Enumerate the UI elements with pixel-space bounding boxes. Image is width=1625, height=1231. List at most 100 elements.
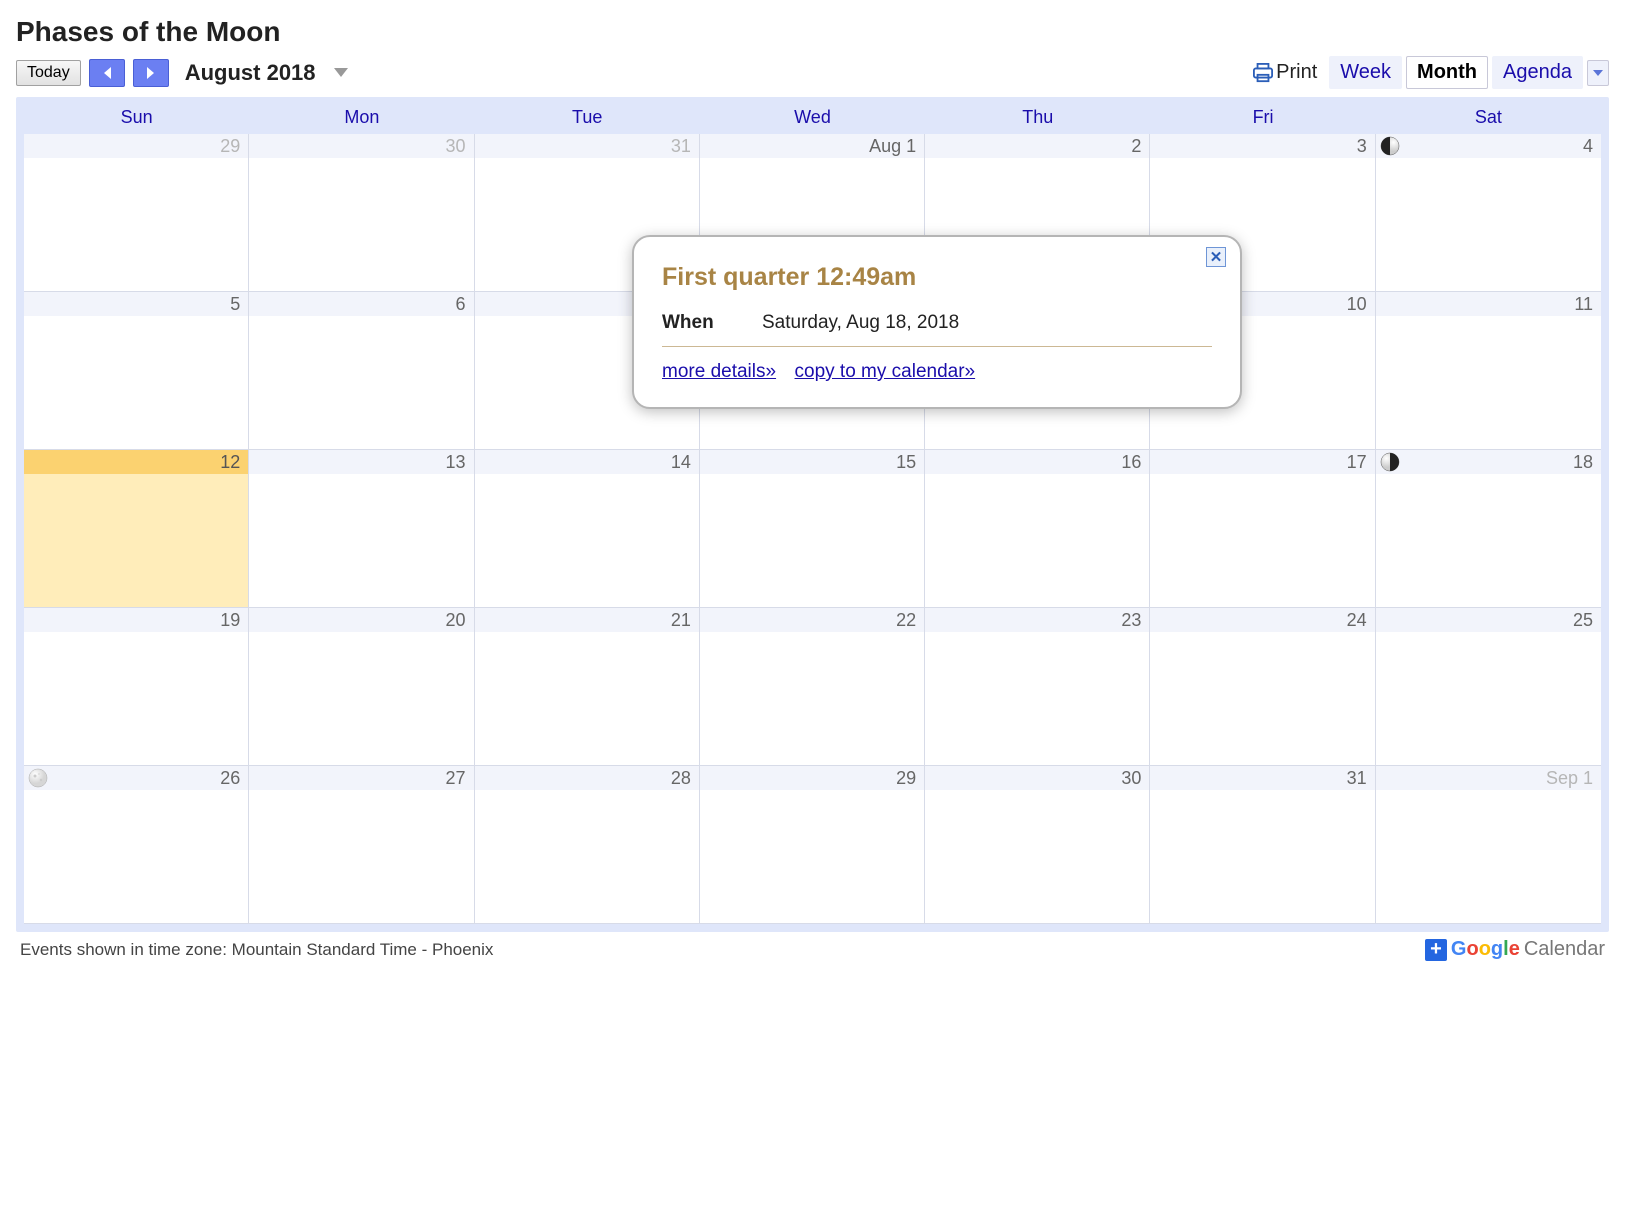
date-label: 24	[1150, 608, 1374, 632]
calendar-cell[interactable]: 29	[24, 134, 249, 292]
calendar-cell[interactable]: 5	[24, 292, 249, 450]
calendar-cell[interactable]: 14	[475, 450, 700, 608]
calendar-cell[interactable]: 13	[249, 450, 474, 608]
caret-down-icon	[1593, 70, 1603, 76]
calendar-word: Calendar	[1524, 938, 1605, 961]
date-label: 15	[700, 450, 924, 474]
day-header: Tue	[475, 105, 700, 134]
date-label: 22	[700, 608, 924, 632]
date-label: 29	[24, 134, 248, 158]
day-header: Sat	[1376, 105, 1601, 134]
popup-title: First quarter 12:49am	[662, 263, 1212, 292]
date-label: 14	[475, 450, 699, 474]
google-calendar-badge[interactable]: + Google Calendar	[1425, 938, 1605, 961]
calendar-cell[interactable]: 18	[1376, 450, 1601, 608]
date-label: 2	[925, 134, 1149, 158]
calendar-cell[interactable]: 21	[475, 608, 700, 766]
tab-agenda[interactable]: Agenda	[1492, 56, 1583, 89]
calendar-cell[interactable]: 30	[925, 766, 1150, 924]
last-quarter-moon-icon[interactable]	[1380, 136, 1400, 156]
calendar-cell[interactable]: 20	[249, 608, 474, 766]
date-label: 12	[24, 450, 248, 474]
calendar-cell[interactable]: 22	[700, 608, 925, 766]
view-dropdown-button[interactable]	[1587, 60, 1609, 86]
google-logo: Google	[1451, 938, 1520, 961]
date-label: 13	[249, 450, 473, 474]
chevron-left-icon	[101, 66, 113, 80]
tab-week[interactable]: Week	[1329, 56, 1402, 89]
day-header: Thu	[925, 105, 1150, 134]
date-label: 31	[1150, 766, 1374, 790]
date-label: 28	[475, 766, 699, 790]
calendar-cell[interactable]: 23	[925, 608, 1150, 766]
chevron-right-icon	[145, 66, 157, 80]
calendar-cell[interactable]: 25	[1376, 608, 1601, 766]
date-label: 25	[1376, 608, 1601, 632]
footer: Events shown in time zone: Mountain Stan…	[16, 932, 1609, 961]
date-label: 31	[475, 134, 699, 158]
day-header: Wed	[700, 105, 925, 134]
next-month-button[interactable]	[133, 59, 169, 87]
toolbar-left: Today August 2018	[16, 59, 348, 87]
print-button[interactable]: Print	[1252, 61, 1317, 84]
date-label: 27	[249, 766, 473, 790]
date-label: 23	[925, 608, 1149, 632]
calendar-cell[interactable]: 26	[24, 766, 249, 924]
calendar-cell[interactable]: 27	[249, 766, 474, 924]
page-title: Phases of the Moon	[16, 16, 1609, 48]
calendar-cell[interactable]: 28	[475, 766, 700, 924]
calendar-cell[interactable]: 11	[1376, 292, 1601, 450]
popup-close-button[interactable]: ✕	[1206, 247, 1226, 267]
calendar-cell[interactable]: 4	[1376, 134, 1601, 292]
calendar-cell[interactable]: 30	[249, 134, 474, 292]
popup-links: more details» copy to my calendar»	[662, 361, 1212, 383]
date-label: 19	[24, 608, 248, 632]
calendar-cell[interactable]: 12	[24, 450, 249, 608]
toolbar-right: Print Week Month Agenda	[1252, 56, 1609, 89]
date-label: 20	[249, 608, 473, 632]
date-label: 5	[24, 292, 248, 316]
calendar-cell[interactable]: 6	[249, 292, 474, 450]
first-quarter-moon-icon[interactable]	[1380, 452, 1400, 472]
date-label: 3	[1150, 134, 1374, 158]
calendar-cell[interactable]: Sep 1	[1376, 766, 1601, 924]
toolbar: Today August 2018 Print Week Month Agend…	[16, 56, 1609, 89]
print-label: Print	[1276, 61, 1317, 84]
copy-to-calendar-link[interactable]: copy to my calendar»	[795, 361, 976, 382]
date-label: 30	[249, 134, 473, 158]
month-dropdown-caret[interactable]	[334, 68, 348, 77]
calendar-cell[interactable]: 29	[700, 766, 925, 924]
date-label: Sep 1	[1376, 766, 1601, 790]
popup-when-label: When	[662, 312, 722, 334]
calendar-cell[interactable]: 15	[700, 450, 925, 608]
timezone-note: Events shown in time zone: Mountain Stan…	[20, 940, 493, 960]
date-label: 26	[24, 766, 248, 790]
plus-icon: +	[1425, 939, 1447, 961]
full-moon-icon[interactable]	[28, 768, 48, 788]
calendar-cell[interactable]: 31	[1150, 766, 1375, 924]
date-label: 6	[249, 292, 473, 316]
popup-when-row: When Saturday, Aug 18, 2018	[662, 312, 1212, 334]
day-header: Fri	[1150, 105, 1375, 134]
date-label: 21	[475, 608, 699, 632]
date-label: 17	[1150, 450, 1374, 474]
event-popup: ✕ First quarter 12:49am When Saturday, A…	[632, 235, 1242, 409]
date-label: Aug 1	[700, 134, 924, 158]
print-icon	[1252, 63, 1274, 83]
tab-month[interactable]: Month	[1406, 56, 1488, 89]
calendar: SunMonTueWedThuFriSat 293031Aug 12345678…	[16, 97, 1609, 932]
day-headers: SunMonTueWedThuFriSat	[24, 105, 1601, 134]
calendar-cell[interactable]: 24	[1150, 608, 1375, 766]
more-details-link[interactable]: more details»	[662, 361, 776, 382]
today-button[interactable]: Today	[16, 60, 81, 86]
calendar-cell[interactable]: 17	[1150, 450, 1375, 608]
popup-divider	[662, 346, 1212, 347]
prev-month-button[interactable]	[89, 59, 125, 87]
date-label: 16	[925, 450, 1149, 474]
date-label: 29	[700, 766, 924, 790]
calendar-cell[interactable]: 19	[24, 608, 249, 766]
month-label: August 2018	[185, 60, 316, 86]
date-label: 11	[1376, 292, 1601, 316]
date-label: 18	[1376, 450, 1601, 474]
calendar-cell[interactable]: 16	[925, 450, 1150, 608]
